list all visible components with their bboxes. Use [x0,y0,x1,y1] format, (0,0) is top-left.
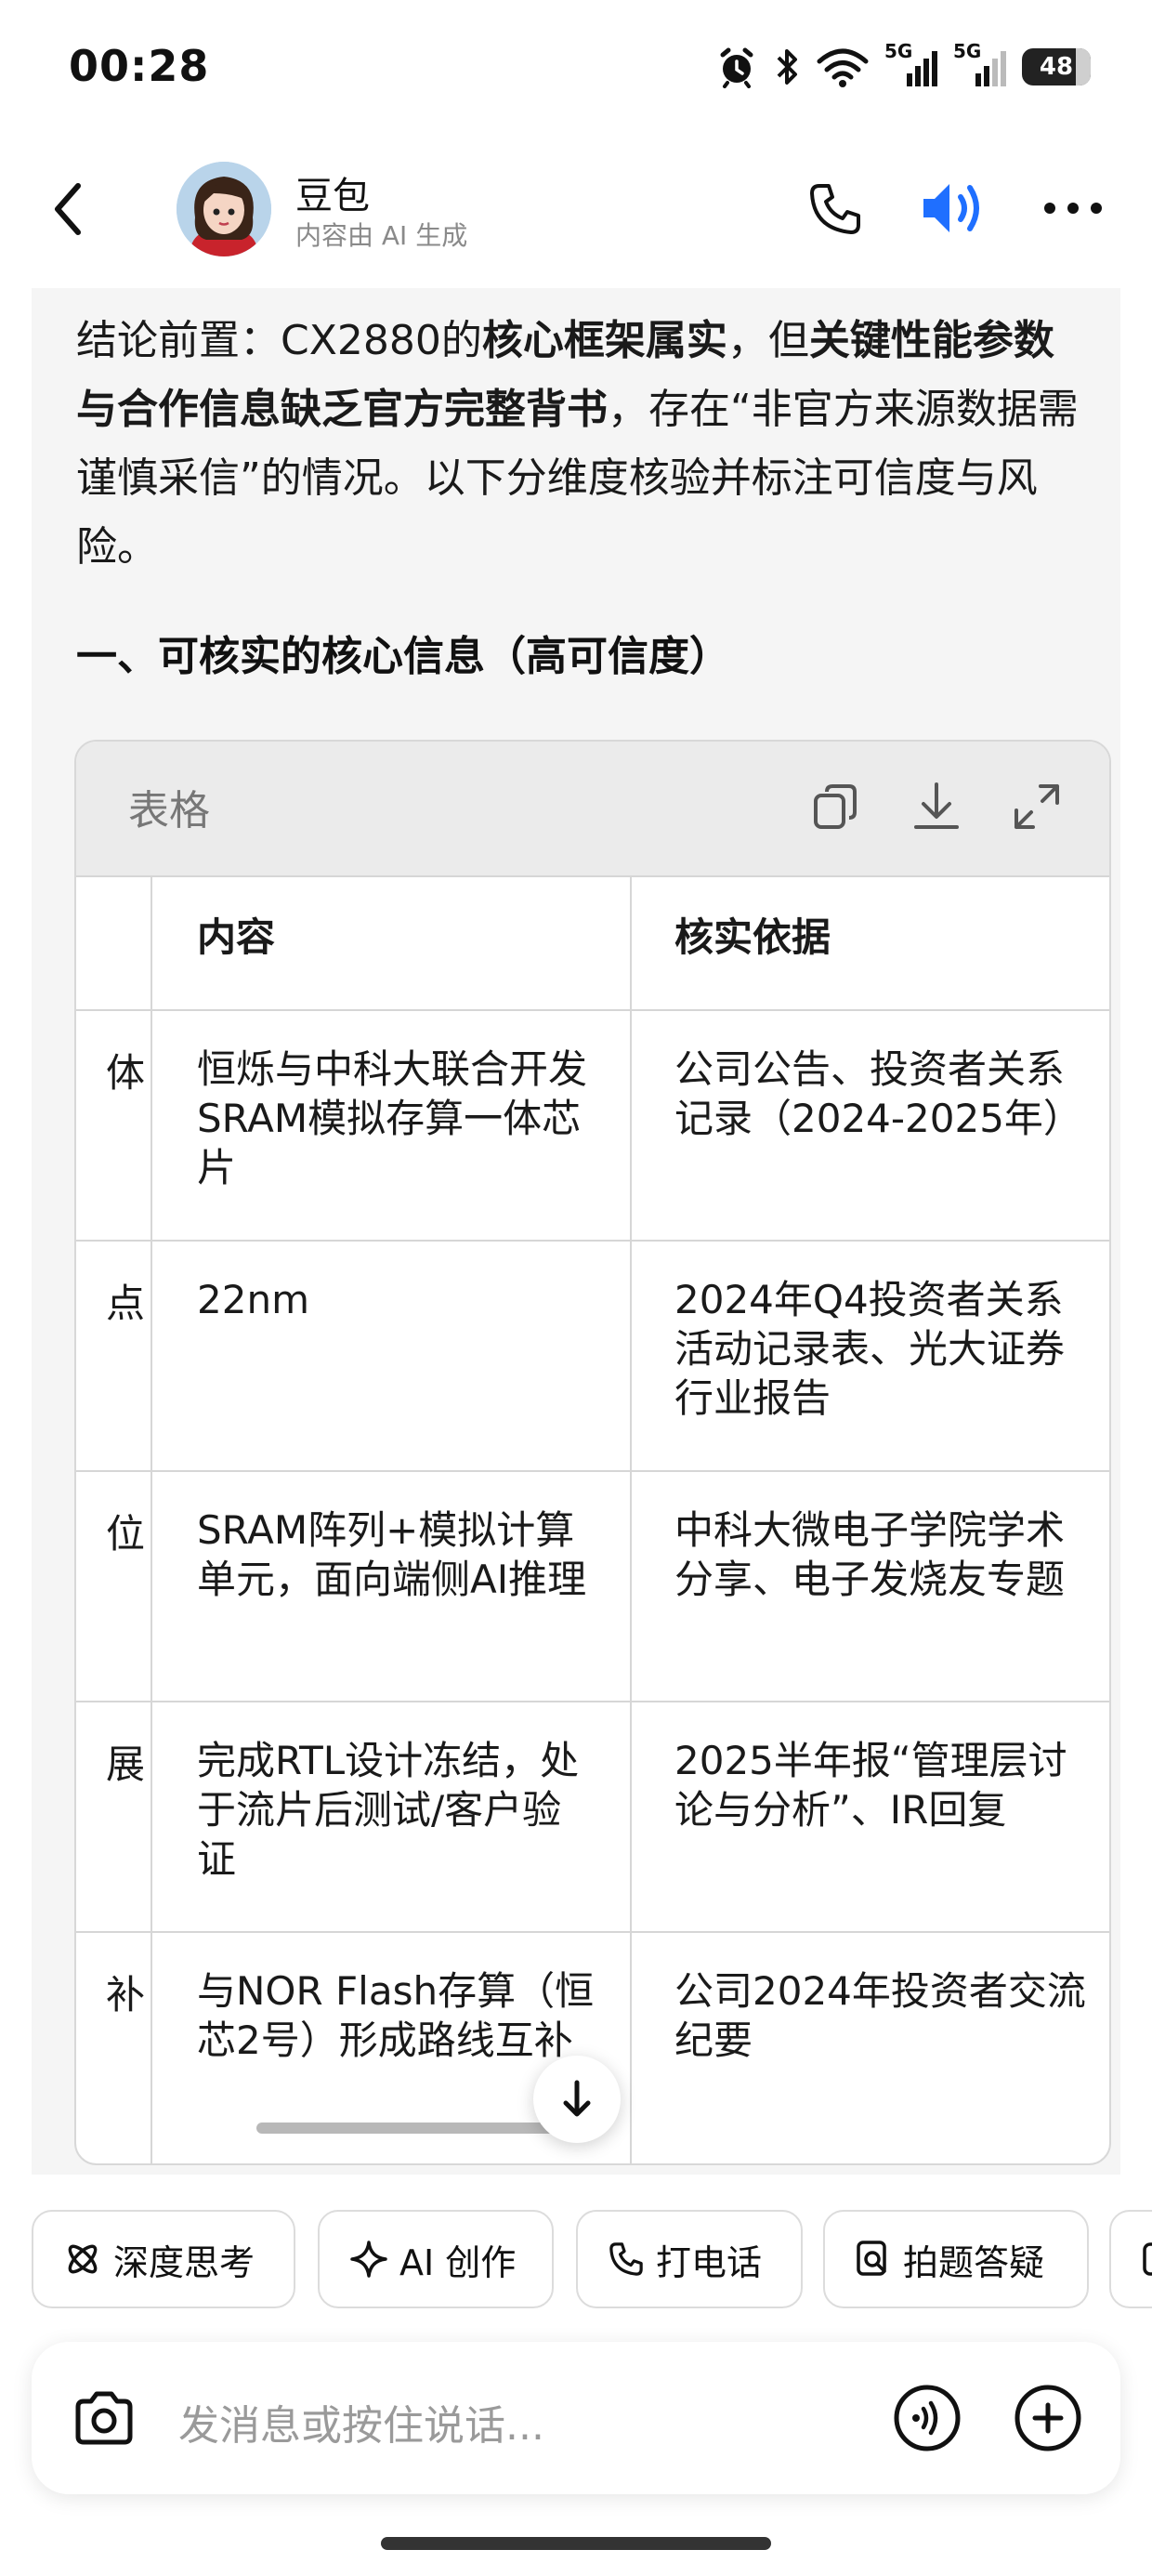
message-input-bar: 发消息或按住说话... [32,2342,1120,2494]
table-header-cell: 核实依据 [630,877,1109,1009]
table-card: 表格 内容 核实依据 体 恒烁与中科大联合开发SRAM模拟存算一体芯片 公司公告… [74,740,1111,2165]
avatar[interactable] [177,162,271,256]
section-heading: 一、可核实的核心信息（高可信度） [76,633,730,680]
table-toolbar: 表格 [76,742,1109,877]
quick-action-bar: 深度思考 AI 创作 打电话 拍题答疑 [32,2210,1152,2312]
table-cell: 补 [105,1972,145,2017]
table-title: 表格 [128,787,210,835]
voice-wave-icon [894,2385,961,2451]
expand-button[interactable] [1009,779,1065,835]
chip-phone-call[interactable]: 打电话 [576,2210,803,2308]
signal-icon: 5G [884,42,938,88]
status-time: 00:28 [69,41,210,91]
add-button[interactable] [1013,2383,1083,2453]
expand-icon [1015,784,1059,829]
table-cell: SRAM阵列+模拟计算单元，面向端侧AI推理 [151,1470,630,1701]
bluetooth-icon [773,46,801,88]
image-icon [1143,2242,1152,2276]
plus-icon [1015,2385,1081,2451]
phone-call-button[interactable] [806,180,864,238]
table-row: 点 22nm 2024年Q4投资者关系活动记录表、光大证券行业报告 [76,1240,1109,1472]
atom-icon [68,2244,98,2274]
download-icon [914,782,959,829]
table-cell: 中科大微电子学院学术分享、电子发烧友专题 [630,1470,1109,1701]
phone-icon [810,184,860,234]
more-button[interactable] [1041,197,1106,219]
table-cell: 展 [105,1741,145,1787]
table-cell: 位 [105,1511,145,1557]
message-input[interactable]: 发消息或按住说话... [178,2392,544,2451]
chip-photo-solve[interactable]: 拍题答疑 [823,2210,1089,2308]
status-icons: 5G 5G 48 [715,42,1091,91]
table-header-row: 内容 核实依据 [76,877,1109,1011]
speaker-button[interactable] [920,177,987,240]
sparkle-icon [350,2241,387,2278]
home-indicator[interactable] [381,2537,771,2550]
assistant-message: 结论前置：CX2880的核心框架属实，但关键性能参数与合作信息缺乏官方完整背书，… [32,288,1120,2175]
table-header-cell [76,877,151,1009]
chat-subtitle: 内容由 AI 生成 [295,220,468,251]
table-cell: 恒烁与中科大联合开发SRAM模拟存算一体芯片 [151,1009,630,1240]
chat-title: 豆包 [295,175,370,217]
table-cell: 公司公告、投资者关系记录（2024-2025年） [630,1009,1109,1240]
arrow-down-icon [563,2080,591,2117]
horizontal-scrollbar[interactable] [256,2123,576,2134]
search-doc-icon [857,2241,886,2276]
camera-button[interactable] [71,2385,137,2451]
text-span: 结论前置：CX2880的 [76,317,482,364]
table-row: 位 SRAM阵列+模拟计算单元，面向端侧AI推理 中科大微电子学院学术分享、电子… [76,1470,1109,1702]
chip-more[interactable] [1109,2210,1152,2308]
voice-button[interactable] [892,2383,962,2453]
scroll-down-button[interactable] [533,2056,621,2143]
bold-span: 核心框架属实 [481,317,727,364]
network-type-label: 5G [884,40,913,62]
camera-icon [75,2391,133,2445]
table-row: 展 完成RTL设计冻结，处于流片后测试/客户验证 2025半年报“管理层讨论与分… [76,1701,1109,1933]
wifi-icon [816,46,870,87]
alarm-icon [715,46,758,88]
chip-label: 打电话 [656,2241,763,2283]
text-span: ，但 [727,317,809,364]
chevron-left-icon [55,183,81,235]
download-button[interactable] [909,779,964,835]
table-cell: 2025半年报“管理层讨论与分析”、IR回复 [630,1701,1109,1931]
chip-ai-create[interactable]: AI 创作 [318,2210,554,2308]
battery-icon: 48 [1022,48,1091,85]
chip-deep-thinking[interactable]: 深度思考 [32,2210,295,2308]
table-cell: 体 [105,1050,145,1096]
chip-label: 深度思考 [113,2241,255,2283]
chip-label: 拍题答疑 [903,2241,1045,2283]
table-cell: 完成RTL设计冻结，处于流片后测试/客户验证 [151,1701,630,1931]
battery-level: 48 [1039,53,1074,81]
table-cell: 公司2024年投资者交流纪要 [630,1931,1109,2163]
conclusion-paragraph: 结论前置：CX2880的核心框架属实，但关键性能参数与合作信息缺乏官方完整背书，… [76,307,1089,582]
table-header-cell: 内容 [151,877,630,1009]
speaker-icon [923,184,979,232]
copy-button[interactable] [808,779,864,835]
signal-icon: 5G [953,42,1007,88]
copy-icon [814,784,857,829]
phone-icon [609,2242,643,2276]
network-type-label: 5G [953,40,982,62]
status-bar: 00:28 5G 5G 48 [0,0,1152,139]
back-button[interactable] [45,177,100,242]
chat-header: 豆包 内容由 AI 生成 [0,149,1152,269]
table-row: 体 恒烁与中科大联合开发SRAM模拟存算一体芯片 公司公告、投资者关系记录（20… [76,1009,1109,1242]
table-cell: 22nm [151,1240,630,1470]
table-cell: 点 [105,1281,145,1326]
table-cell: 2024年Q4投资者关系活动记录表、光大证券行业报告 [630,1240,1109,1470]
more-icon [1044,203,1102,214]
chip-label: AI 创作 [399,2241,517,2283]
